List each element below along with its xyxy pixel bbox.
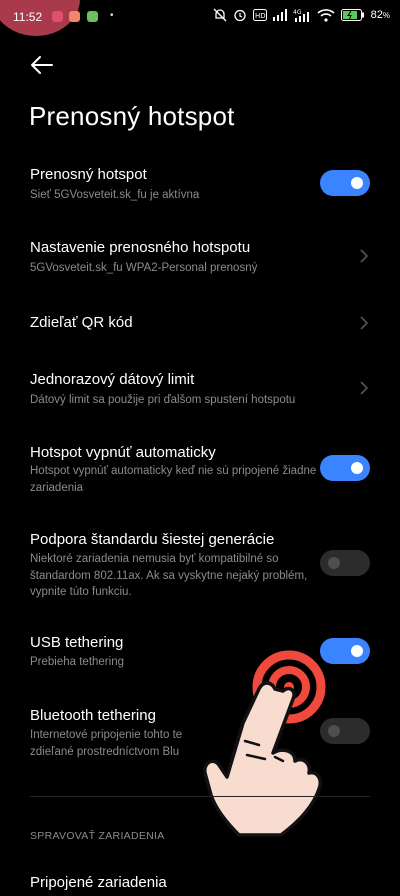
wifi6-support-row[interactable]: Podpora štandardu šiestej generácie Niek… [0,525,400,600]
notification-app-icon [69,11,80,22]
row-subtitle: Niektoré zariadenia nemusia byť kompatib… [30,553,308,598]
signal-4g-icon: 4G [293,9,309,22]
toggle-knob [351,645,363,657]
connected-devices-row[interactable]: Pripojené zariadenia [0,866,400,896]
section-header-manage-devices: SPRAVOVAŤ ZARIADENIA [30,830,165,842]
battery-percent: 82% [370,9,390,21]
data-limit-row[interactable]: Jednorazový dátový limit Dátový limit sa… [0,364,400,414]
svg-text:HD: HD [255,12,266,20]
portable-hotspot-row[interactable]: Prenosný hotspot Sieť 5GVosveteit.sk_fu … [0,160,400,210]
row-title: Zdieľať QR kód [30,314,133,331]
volte-icon: HD [252,9,267,21]
wifi-icon [317,8,335,22]
battery-icon [340,9,364,21]
page-title: Prenosný hotspot [29,101,235,131]
notification-app-icon [87,11,98,22]
row-title: Hotspot vypnúť automaticky [30,444,216,461]
row-title: Nastavenie prenosného hotspotu [30,239,251,256]
chevron-right-icon [360,381,369,395]
row-subtitle: 5GVosveteit.sk_fu WPA2-Personal prenosný [30,262,258,274]
back-button[interactable] [22,48,62,82]
alarm-icon [233,9,246,22]
row-title: Pripojené zariadenia [30,874,167,891]
row-title: Jednorazový dátový limit [30,371,195,388]
toggle-knob [351,462,363,474]
share-qr-row[interactable]: Zdieľať QR kód [0,305,400,341]
row-title: USB tethering [30,634,124,651]
status-time: 11:52 [13,10,43,24]
row-subtitle: Internetové pripojenie tohto te zdieľané… [30,729,183,758]
signal-icon [272,9,287,21]
chevron-right-icon [360,316,369,330]
wifi6-support-toggle[interactable] [320,550,370,576]
hotspot-config-row[interactable]: Nastavenie prenosného hotspotu 5GVosvete… [0,232,400,282]
row-title: Bluetooth tethering [30,707,156,724]
status-dot: • [110,10,114,21]
toggle-knob [328,557,340,569]
arrow-left-icon [31,56,53,74]
row-title: Prenosný hotspot [30,166,147,183]
svg-text:4G: 4G [293,9,302,16]
row-subtitle: Sieť 5GVosveteit.sk_fu je aktívna [30,189,200,201]
row-subtitle: Dátový limit sa použije pri ďalšom spust… [30,394,296,406]
row-title: Podpora štandardu šiestej generácie [30,531,275,548]
row-subtitle: Hotspot vypnúť automaticky keď nie sú pr… [30,465,317,494]
hotspot-auto-off-toggle[interactable] [320,455,370,481]
hotspot-auto-off-row[interactable]: Hotspot vypnúť automaticky Hotspot vypnú… [0,437,400,497]
status-bar: 11:52 • HD 4G 82% [0,0,400,36]
mute-icon [213,8,227,22]
section-divider [30,796,370,797]
status-icons: HD 4G 82% [213,8,390,22]
chevron-right-icon [360,249,369,263]
tap-gesture-hand-icon [203,650,326,837]
toggle-knob [351,177,363,189]
notification-app-icon [52,11,63,22]
portable-hotspot-toggle[interactable] [320,170,370,196]
